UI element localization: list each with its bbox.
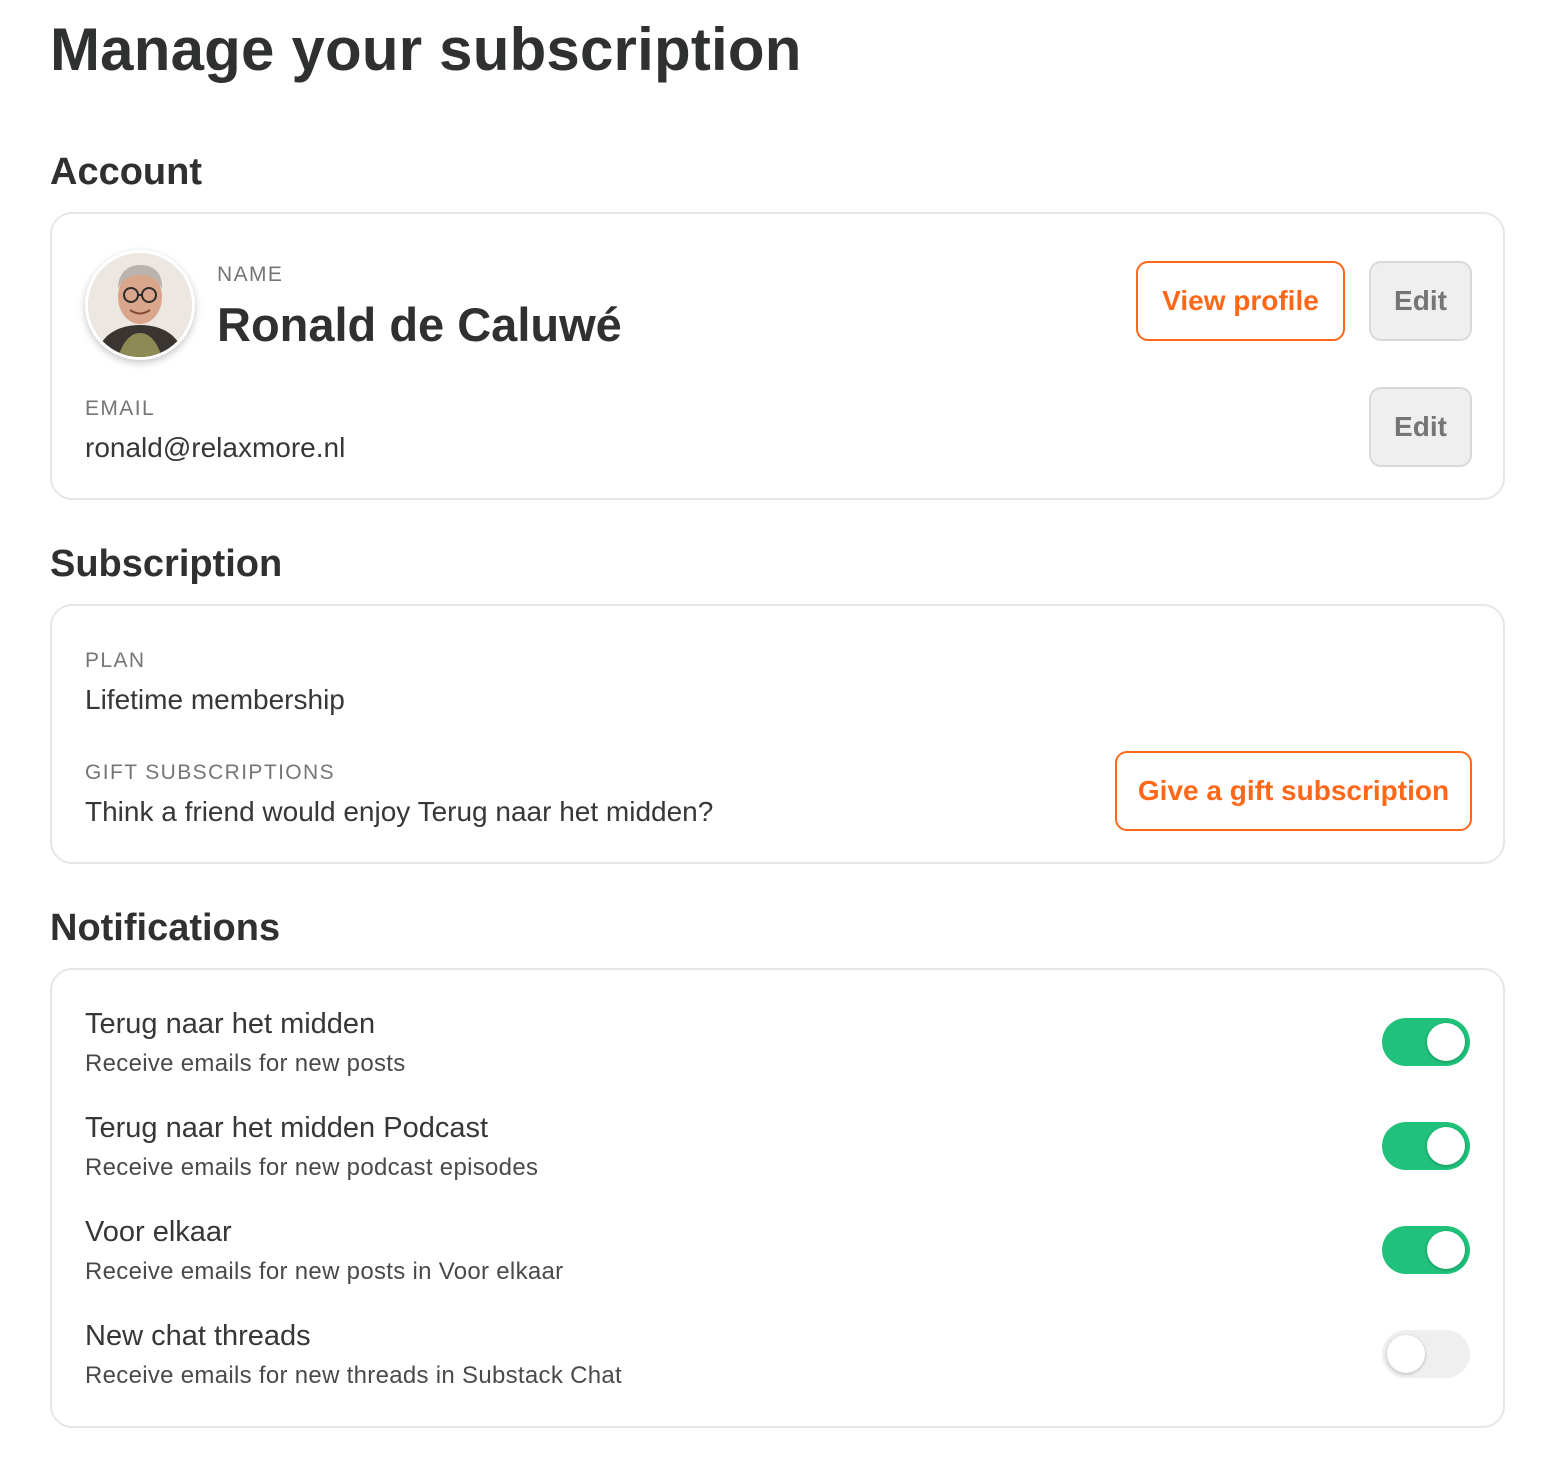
notification-title: Terug naar het midden Podcast (85, 1112, 489, 1144)
notification-toggle-voor-elkaar[interactable] (1382, 1226, 1470, 1274)
toggle-knob (1427, 1231, 1465, 1269)
plan-label: PLAN (85, 649, 146, 672)
notifications-card: Terug naar het midden Receive emails for… (50, 968, 1505, 1428)
notification-toggle-posts[interactable] (1382, 1018, 1470, 1066)
avatar (85, 250, 195, 360)
notification-toggle-podcast[interactable] (1382, 1122, 1470, 1170)
account-card: NAME Ronald de Caluwé View profile Edit … (50, 212, 1505, 500)
gift-subscriptions-text: Think a friend would enjoy Terug naar he… (85, 796, 714, 827)
profile-name: Ronald de Caluwé (217, 298, 622, 351)
give-gift-subscription-button[interactable]: Give a gift subscription (1115, 751, 1472, 831)
plan-value: Lifetime membership (85, 684, 345, 715)
notification-title: Terug naar het midden (85, 1008, 376, 1040)
toggle-knob (1427, 1023, 1465, 1061)
view-profile-button[interactable]: View profile (1136, 261, 1345, 341)
name-label: NAME (217, 263, 284, 286)
notification-subtitle: Receive emails for new posts in Voor elk… (85, 1258, 564, 1285)
notification-subtitle: Receive emails for new podcast episodes (85, 1154, 539, 1181)
subscription-section-title: Subscription (50, 543, 283, 585)
notification-title: New chat threads (85, 1320, 311, 1352)
notification-toggle-chat-threads[interactable] (1382, 1330, 1470, 1378)
gift-subscriptions-label: GIFT SUBSCRIPTIONS (85, 761, 336, 784)
avatar-photo-icon (88, 253, 192, 357)
account-section-title: Account (50, 151, 202, 193)
notification-subtitle: Receive emails for new posts (85, 1050, 406, 1077)
page-title: Manage your subscription (50, 16, 802, 83)
subscription-card: PLAN Lifetime membership GIFT SUBSCRIPTI… (50, 604, 1505, 864)
notifications-section-title: Notifications (50, 907, 281, 949)
toggle-knob (1427, 1127, 1465, 1165)
email-value: ronald@relaxmore.nl (85, 432, 346, 463)
toggle-knob (1387, 1335, 1425, 1373)
edit-email-button[interactable]: Edit (1369, 387, 1472, 467)
edit-name-button[interactable]: Edit (1369, 261, 1472, 341)
notification-title: Voor elkaar (85, 1216, 232, 1248)
email-label: EMAIL (85, 397, 156, 420)
notification-subtitle: Receive emails for new threads in Substa… (85, 1362, 623, 1389)
